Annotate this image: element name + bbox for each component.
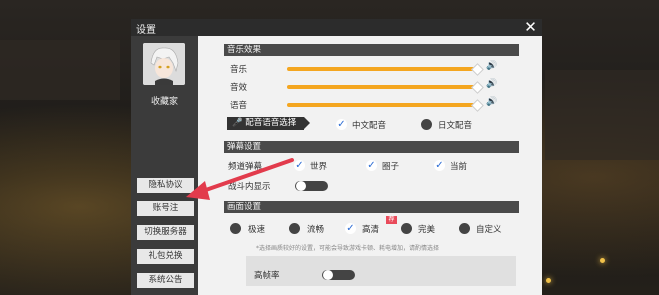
quality-perfect-label: 完美 (418, 225, 436, 235)
volume-icon: 🔊 (486, 79, 498, 89)
voice-language-label: 配音语音选择 (245, 118, 297, 128)
profile-name: 收藏家 (150, 97, 178, 107)
background-lamp (600, 258, 605, 263)
current-channel-checkbox[interactable]: ✓ (434, 160, 445, 171)
account-cancel-button[interactable]: 账号注 (137, 201, 194, 216)
music-label: 音乐 (230, 65, 248, 75)
profile-sidebar: 收藏家 隐私协议 账号注 切换服务器 礼包兑换 系统公告 (131, 36, 198, 295)
battle-display-toggle[interactable] (295, 181, 328, 191)
danmaku-section-heading: 弹幕设置 (224, 141, 519, 153)
slider-knob[interactable] (471, 99, 484, 112)
dialog-title-bar: 设置 ✕ (131, 19, 542, 36)
toggle-knob (296, 181, 306, 191)
circle-channel-checkbox[interactable]: ✓ (366, 160, 377, 171)
sfx-slider[interactable] (287, 81, 484, 94)
graphics-note: *选择画质较好的设置，可能会导致游戏卡顿、耗电增加，请酌情选择 (256, 245, 440, 252)
sfx-label: 音效 (230, 83, 248, 93)
quality-speed-label: 极速 (248, 225, 266, 235)
character-portrait-icon (143, 43, 185, 85)
recommended-badge: 荐 (386, 216, 397, 224)
quality-custom-radio[interactable] (459, 223, 470, 234)
system-notice-button[interactable]: 系统公告 (137, 273, 194, 288)
quality-custom-label: 自定义 (476, 225, 502, 235)
battle-display-label: 战斗内显示 (228, 182, 271, 192)
japanese-voice-label: 日文配音 (438, 121, 473, 131)
slider-knob[interactable] (471, 63, 484, 76)
quality-smooth-label: 流畅 (307, 225, 325, 235)
world-channel-label: 世界 (310, 162, 328, 172)
settings-content: 音乐效果 音乐 🔊 音效 🔊 语音 🔊 🎤 配音语音选择 ✓ 中文配音 日文配音… (198, 36, 542, 295)
fps-row: 高帧率 (246, 256, 516, 286)
world-channel-checkbox[interactable]: ✓ (294, 160, 305, 171)
fps-label: 高帧率 (254, 271, 280, 281)
volume-icon: 🔊 (486, 61, 498, 71)
graphics-section-heading: 画面设置 (224, 201, 519, 213)
microphone-icon: 🎤 (232, 118, 243, 128)
toggle-knob (323, 270, 333, 280)
quality-perfect-radio[interactable] (401, 223, 412, 234)
dialog-title: 设置 (136, 25, 156, 36)
quality-speed-radio[interactable] (230, 223, 241, 234)
current-channel-label: 当前 (450, 162, 468, 172)
quality-hd-label: 高清 (362, 225, 380, 235)
fps-toggle[interactable] (322, 270, 355, 280)
background-lamp (546, 278, 551, 283)
switch-server-button[interactable]: 切换服务器 (137, 225, 194, 240)
settings-dialog: 设置 ✕ 收藏家 隐私协议 账号注 切换服务器 礼包兑换 系统公告 音乐效果 音… (131, 19, 542, 295)
close-icon[interactable]: ✕ (523, 19, 538, 36)
chinese-voice-radio[interactable]: ✓ (336, 119, 347, 130)
quality-smooth-radio[interactable] (289, 223, 300, 234)
background-shelf (545, 70, 659, 160)
circle-channel-label: 圈子 (382, 162, 400, 172)
avatar (143, 43, 185, 85)
background-shelf (0, 40, 120, 100)
quality-hd-radio[interactable]: ✓ (345, 223, 356, 234)
danmaku-channel-label: 频道弹幕 (228, 162, 263, 172)
voice-label: 语音 (230, 101, 248, 111)
slider-knob[interactable] (471, 81, 484, 94)
japanese-voice-radio[interactable] (421, 119, 432, 130)
voice-language-tag: 🎤 配音语音选择 (227, 117, 310, 130)
volume-icon: 🔊 (486, 97, 498, 107)
chinese-voice-label: 中文配音 (352, 121, 387, 131)
privacy-agreement-button[interactable]: 隐私协议 (137, 178, 194, 193)
voice-slider[interactable] (287, 99, 484, 112)
music-slider[interactable] (287, 63, 484, 76)
gift-redeem-button[interactable]: 礼包兑换 (137, 249, 194, 264)
audio-section-heading: 音乐效果 (224, 44, 519, 56)
